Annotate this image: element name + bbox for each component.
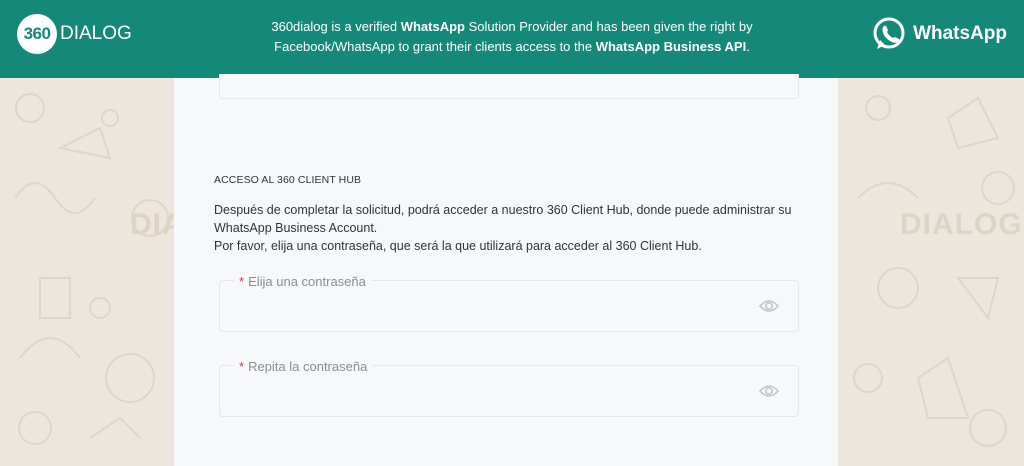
password-label: * Elija una contraseña	[234, 274, 371, 289]
repeat-password-label: * Repita la contraseña	[234, 359, 373, 374]
provider-notice-part-0: 360dialog is a verified	[271, 19, 401, 34]
password-field[interactable]: * Elija una contraseña	[219, 274, 799, 332]
logo-mark: 360	[17, 14, 57, 54]
whatsapp-logo-icon	[873, 17, 905, 49]
whatsapp-brand-text: WhatsApp	[913, 23, 1007, 44]
description-line-2: Por favor, elija una contraseña, que ser…	[214, 239, 702, 253]
repeat-password-field[interactable]: * Repita la contraseña	[219, 359, 799, 417]
doodle-left-pattern	[14, 93, 169, 445]
watermark-right: DIALOG	[900, 208, 1023, 241]
required-mark: *	[239, 274, 245, 289]
section-description: Después de completar la solicitud, podrá…	[214, 201, 814, 255]
section-title: ACCESO AL 360 CLIENT HUB	[214, 174, 362, 186]
360dialog-logo[interactable]: 360 DIALOG	[17, 14, 132, 54]
provider-notice-part-4: .	[746, 39, 750, 54]
doodle-right-pattern	[853, 95, 1015, 447]
top-banner: 360 DIALOG 360dialog is a verified Whats…	[0, 0, 1024, 78]
form-card: ACCESO AL 360 CLIENT HUB Después de comp…	[174, 74, 838, 466]
repeat-password-input[interactable]	[234, 380, 748, 406]
description-line-1: Después de completar la solicitud, podrá…	[214, 203, 792, 235]
password-label-text: Elija una contraseña	[248, 274, 366, 289]
whatsapp-brand: WhatsApp	[871, 16, 1007, 52]
required-mark: *	[239, 359, 245, 374]
logo-text: DIALOG	[60, 23, 132, 44]
password-input[interactable]	[234, 295, 748, 321]
eye-icon[interactable]	[758, 380, 780, 402]
provider-notice-part-1: WhatsApp	[400, 19, 465, 34]
provider-notice-part-3: WhatsApp Business API	[595, 39, 747, 54]
provider-notice: 360dialog is a verified WhatsApp Solutio…	[220, 17, 804, 57]
repeat-password-label-text: Repita la contraseña	[248, 359, 368, 374]
previous-field-bottom[interactable]	[219, 74, 799, 99]
eye-icon[interactable]	[758, 295, 780, 317]
